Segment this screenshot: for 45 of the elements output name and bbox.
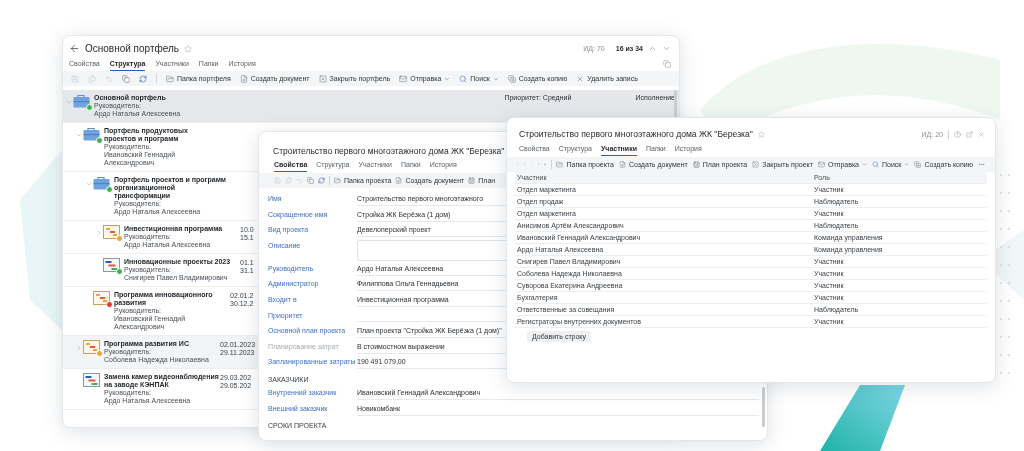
gantt-icon [103,258,120,272]
file-plus-icon [239,74,248,83]
folder-icon [556,161,564,168]
window-title: Строительство первого многоэтажного дома ЖК "Березка" [519,129,753,139]
folder-icon [166,74,174,83]
search-icon [459,74,468,83]
chevron-down-icon[interactable] [85,180,93,188]
square-x-icon [752,161,760,168]
chevron-right-icon[interactable] [95,229,103,237]
gantt-icon [83,373,100,387]
search-icon [872,161,879,168]
chevron-down-icon[interactable] [65,98,73,106]
back-icon[interactable] [69,43,80,54]
close-icon [576,74,585,83]
file-plus-icon [618,161,626,168]
briefcase-icon [93,176,110,190]
file-plus-icon [395,177,403,184]
mail-icon [817,161,825,168]
calendar-icon [468,177,476,184]
help-icon[interactable] [954,130,961,138]
chart-icon [93,291,110,305]
calendar-icon [692,161,700,168]
caret-icon [444,75,451,82]
chevron-down-icon[interactable] [75,131,83,139]
chart-icon [103,225,120,239]
chevron-down-icon[interactable] [662,44,671,53]
external-link-icon[interactable] [966,130,973,138]
window-title: Основной портфель [85,43,180,54]
square-x-icon [318,74,327,83]
caret-icon [862,162,867,167]
folder-icon [334,177,341,184]
close-icon[interactable] [978,130,985,138]
window-title: Строительство первого многоэтажного дома ЖК "Березка" [273,146,505,156]
briefcase-icon [73,94,90,108]
chevron-right-icon[interactable] [75,344,83,352]
chevron-up-icon[interactable] [648,44,657,53]
mail-icon [399,74,408,83]
chart-icon [83,340,100,354]
star-icon[interactable] [757,130,765,138]
caret-icon [492,75,499,82]
window-copy-icon[interactable] [663,60,671,68]
scrollbar[interactable] [762,387,765,427]
briefcase-icon [83,127,100,141]
star-icon[interactable] [184,44,193,53]
caret-icon [904,162,910,167]
